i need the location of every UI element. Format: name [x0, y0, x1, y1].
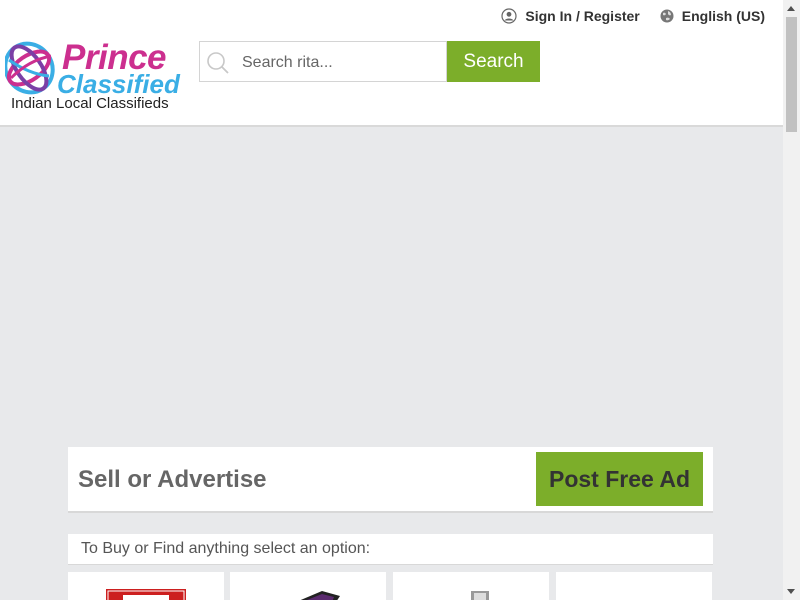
logo-tagline: Indian Local Classifieds	[11, 95, 169, 112]
search-box	[199, 41, 447, 83]
category-card[interactable]	[230, 572, 386, 600]
search-button[interactable]: Search	[447, 41, 540, 82]
globe-icon	[660, 9, 674, 23]
sign-in-label: Sign In / Register	[525, 8, 640, 24]
scroll-up-arrow-icon[interactable]	[787, 6, 795, 11]
for-sale-sign-image	[106, 589, 186, 600]
language-label: English (US)	[681, 8, 765, 24]
phone-image	[471, 591, 489, 600]
search-form: Search	[199, 41, 540, 83]
language-selector[interactable]: English (US)	[660, 8, 765, 24]
category-cards	[68, 572, 718, 600]
sell-title: Sell or Advertise	[78, 466, 267, 493]
vertical-scrollbar[interactable]	[783, 0, 800, 600]
category-card[interactable]	[68, 572, 224, 600]
scroll-down-arrow-icon[interactable]	[787, 589, 795, 594]
site-logo[interactable]: Prince Classified Indian Local Classifie…	[5, 38, 185, 118]
laptop-image	[300, 591, 340, 600]
scrollbar-thumb[interactable]	[786, 17, 797, 132]
search-icon	[207, 52, 229, 74]
user-icon	[501, 8, 518, 24]
option-prompt-bar: To Buy or Find anything select an option…	[68, 534, 713, 565]
search-input[interactable]	[240, 42, 444, 83]
top-bar: Sign In / Register English (US)	[481, 8, 765, 24]
sign-in-link[interactable]: Sign In / Register	[501, 8, 640, 24]
category-card[interactable]	[556, 572, 712, 600]
logo-globe-icon	[5, 41, 55, 95]
option-prompt: To Buy or Find anything select an option…	[81, 540, 371, 557]
post-free-ad-button[interactable]: Post Free Ad	[536, 452, 703, 506]
category-card[interactable]	[393, 572, 549, 600]
site-header: Sign In / Register English (US) Prince C…	[0, 0, 783, 127]
sell-or-advertise-bar: Sell or Advertise Post Free Ad	[68, 447, 713, 513]
page: Sign In / Register English (US) Prince C…	[0, 0, 783, 600]
